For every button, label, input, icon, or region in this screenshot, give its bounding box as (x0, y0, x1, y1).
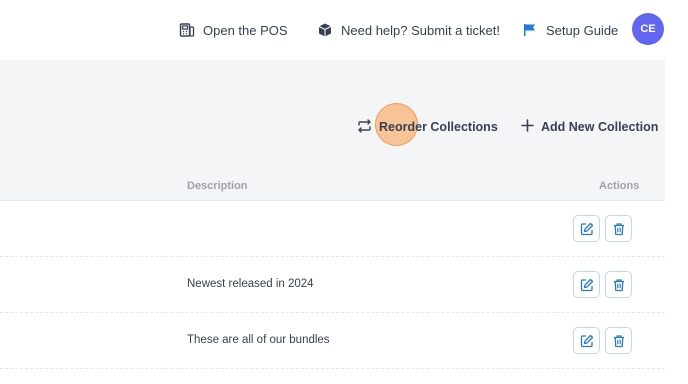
reorder-collections-button[interactable]: Reorder Collections (357, 117, 498, 137)
box-icon (317, 22, 333, 38)
edit-button[interactable] (573, 215, 600, 242)
collections-table: Description Actions Newest released in 2… (0, 170, 665, 384)
table-row (0, 201, 665, 257)
flag-icon (522, 22, 538, 38)
edit-icon (580, 334, 594, 348)
table-row: These are all of our bundles (0, 313, 665, 369)
open-pos-link[interactable]: Open the POS (179, 19, 288, 41)
top-bar: Open the POS Need help? Submit a ticket!… (0, 0, 688, 60)
setup-guide-link[interactable]: Setup Guide (522, 19, 618, 41)
actions-header: Actions (599, 180, 640, 192)
add-new-collection-button[interactable]: Add New Collection (521, 117, 658, 137)
plus-icon (521, 119, 534, 135)
collections-toolbar: Reorder Collections Add New Collection (0, 60, 665, 170)
setup-guide-label: Setup Guide (546, 22, 619, 38)
reorder-collections-label: Reorder Collections (379, 120, 498, 134)
add-new-collection-label: Add New Collection (541, 120, 659, 134)
pos-terminal-icon (179, 22, 195, 38)
row-description: Newest released in 2024 (187, 278, 314, 290)
edit-button[interactable] (573, 271, 600, 298)
trash-icon (612, 278, 626, 292)
delete-button[interactable] (605, 215, 632, 242)
trash-icon (612, 334, 626, 348)
description-header: Description (187, 180, 248, 192)
row-description: These are all of our bundles (187, 334, 330, 346)
submit-ticket-label: Need help? Submit a ticket! (341, 22, 500, 38)
trash-icon (612, 222, 626, 236)
delete-button[interactable] (605, 271, 632, 298)
submit-ticket-link[interactable]: Need help? Submit a ticket! (317, 19, 500, 41)
delete-button[interactable] (605, 327, 632, 354)
reorder-icon (357, 118, 372, 136)
edit-icon (580, 278, 594, 292)
open-pos-label: Open the POS (203, 22, 288, 38)
table-header: Description Actions (0, 170, 665, 201)
page-edge (665, 60, 688, 384)
edit-button[interactable] (573, 327, 600, 354)
edit-icon (580, 222, 594, 236)
table-row: Newest released in 2024 (0, 257, 665, 313)
user-avatar[interactable]: CE (632, 13, 664, 45)
